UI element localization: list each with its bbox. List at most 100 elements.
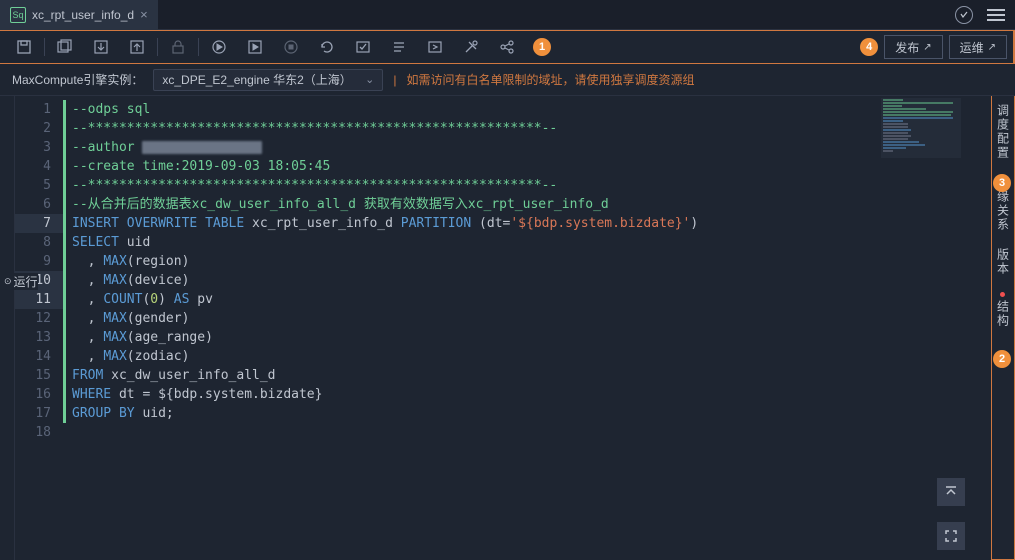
code-line[interactable]: 8SELECT uid xyxy=(15,233,991,252)
code-text: --author xyxy=(72,138,262,157)
line-number: 14 xyxy=(15,347,63,366)
engine-label: MaxCompute引擎实例： xyxy=(12,71,143,88)
side-item-schedule[interactable]: 调度配置 xyxy=(995,104,1012,160)
publish-button[interactable]: 发布↗ xyxy=(884,35,942,59)
status-check-icon[interactable] xyxy=(955,6,973,24)
line-number: 11 xyxy=(15,290,63,309)
change-bar xyxy=(63,157,66,176)
save-all-button[interactable] xyxy=(47,32,83,62)
close-icon[interactable]: × xyxy=(140,7,148,22)
line-number: 3 xyxy=(15,138,63,157)
line-number: 2 xyxy=(15,119,63,138)
code-line[interactable]: 6--从合并后的数据表xc_dw_user_info_all_d 获取有效数据写… xyxy=(15,195,991,214)
change-bar xyxy=(63,233,66,252)
code-line[interactable]: 16 WHERE dt = ${bdp.system.bizdate} xyxy=(15,385,991,404)
change-bar xyxy=(63,385,66,404)
change-bar xyxy=(63,366,66,385)
menu-icon[interactable] xyxy=(987,8,1005,22)
line-number: 16 xyxy=(15,385,63,404)
badge-2: 2 xyxy=(993,350,1011,368)
code-area[interactable]: 1 --odps sql 2 --**************************… xyxy=(14,96,991,560)
code-text: INSERT OVERWRITE TABLE xc_rpt_user_info_… xyxy=(72,214,698,233)
tab-title: xc_rpt_user_info_d xyxy=(32,8,134,22)
chevron-down-icon: ⌄ xyxy=(365,73,374,86)
file-tab[interactable]: Sq xc_rpt_user_info_d × xyxy=(0,0,158,30)
fullscreen-button[interactable] xyxy=(937,522,965,550)
stop-button[interactable] xyxy=(273,32,309,62)
code-text: --**************************************… xyxy=(72,176,557,195)
code-text: --create time:2019-09-03 18:05:45 xyxy=(72,157,330,176)
code-text: FROM xc_dw_user_info_all_d xyxy=(72,366,276,385)
format-button[interactable] xyxy=(381,32,417,62)
code-text: --**************************************… xyxy=(72,119,557,138)
code-line[interactable]: 4--create time:2019-09-03 18:05:45 xyxy=(15,157,991,176)
change-bar xyxy=(63,138,66,157)
settings-button[interactable] xyxy=(453,32,489,62)
change-bar xyxy=(63,176,66,195)
minimap[interactable] xyxy=(881,98,961,158)
check-button[interactable] xyxy=(345,32,381,62)
line-number: 9 xyxy=(15,252,63,271)
line-number: 17 xyxy=(15,404,63,423)
line-number: 12 xyxy=(15,309,63,328)
code-text: , MAX(zodiac) xyxy=(72,347,189,366)
code-line[interactable]: 1 --odps sql xyxy=(15,100,991,119)
code-text: , COUNT(0) AS pv xyxy=(72,290,213,309)
reload-button[interactable] xyxy=(309,32,345,62)
tab-bar: Sq xc_rpt_user_info_d × xyxy=(0,0,1015,30)
change-bar xyxy=(63,119,66,138)
lock-button[interactable] xyxy=(160,32,196,62)
sql-file-icon: Sq xyxy=(10,7,26,23)
code-line[interactable]: 11 , COUNT(0) AS pv xyxy=(15,290,991,309)
code-text: , MAX(gender) xyxy=(72,309,189,328)
side-item-structure[interactable]: 结构 xyxy=(995,292,1012,328)
line-number: 6 xyxy=(15,195,63,214)
line-number: 1 xyxy=(15,100,63,119)
toolbar-divider xyxy=(198,38,199,56)
side-item-versions[interactable]: 版本 xyxy=(995,248,1012,276)
code-line[interactable]: 2 --*************************************… xyxy=(15,119,991,138)
save-button[interactable] xyxy=(6,32,42,62)
import-button[interactable] xyxy=(83,32,119,62)
change-bar xyxy=(63,100,66,119)
code-line[interactable]: 13 , MAX(age_range) xyxy=(15,328,991,347)
code-line[interactable]: 15FROM xc_dw_user_info_all_d xyxy=(15,366,991,385)
code-line[interactable]: 9 , MAX(region) xyxy=(15,252,991,271)
code-text: , MAX(age_range) xyxy=(72,328,213,347)
engine-warning: 如需访问有白名单限制的域址，请使用独享调度资源组 xyxy=(407,71,695,88)
code-line[interactable]: 5--*************************************… xyxy=(15,176,991,195)
play-icon: ⊙ xyxy=(4,276,12,287)
code-line[interactable]: 7INSERT OVERWRITE TABLE xc_rpt_user_info… xyxy=(15,214,991,233)
code-line[interactable]: 17GROUP BY uid; xyxy=(15,404,991,423)
change-bar xyxy=(63,423,66,442)
code-line[interactable]: 12 , MAX(gender) xyxy=(15,309,991,328)
run-tag[interactable]: ⊙ 运行 xyxy=(4,273,38,290)
toolbar: 1 4 发布↗ 运维↗ xyxy=(0,30,1015,64)
line-number: 18 xyxy=(15,423,63,442)
engine-bar: MaxCompute引擎实例： xc_DPE_E2_engine 华东2（上海）… xyxy=(0,64,1015,96)
code-line[interactable]: 3 --author xyxy=(15,138,991,157)
scroll-top-button[interactable] xyxy=(937,478,965,506)
code-line[interactable]: 10 , MAX(device) xyxy=(15,271,991,290)
change-bar xyxy=(63,290,66,309)
engine-select[interactable]: xc_DPE_E2_engine 华东2（上海） ⌄ xyxy=(153,69,383,91)
toolbar-divider xyxy=(44,38,45,56)
editor: ⊙ 运行 1 --odps sql 2 --*********************… xyxy=(0,96,1015,560)
indent-button[interactable] xyxy=(417,32,453,62)
code-line[interactable]: 18 xyxy=(15,423,991,442)
run-button[interactable] xyxy=(201,32,237,62)
change-bar xyxy=(63,347,66,366)
code-text: , MAX(region) xyxy=(72,252,189,271)
ops-button[interactable]: 运维↗ xyxy=(949,35,1007,59)
line-number: 13 xyxy=(15,328,63,347)
code-text: --odps sql xyxy=(72,100,150,119)
export-button[interactable] xyxy=(119,32,155,62)
code-text: , MAX(device) xyxy=(72,271,189,290)
code-line[interactable]: 14 , MAX(zodiac) xyxy=(15,347,991,366)
arrow-out-icon: ↗ xyxy=(923,42,931,53)
change-bar xyxy=(63,214,66,233)
side-panel: 调度配置 3 血缘关系 版本 结构 2 xyxy=(991,96,1015,560)
code-text: WHERE dt = ${bdp.system.bizdate} xyxy=(72,385,322,404)
share-button[interactable] xyxy=(489,32,525,62)
run-selected-button[interactable] xyxy=(237,32,273,62)
